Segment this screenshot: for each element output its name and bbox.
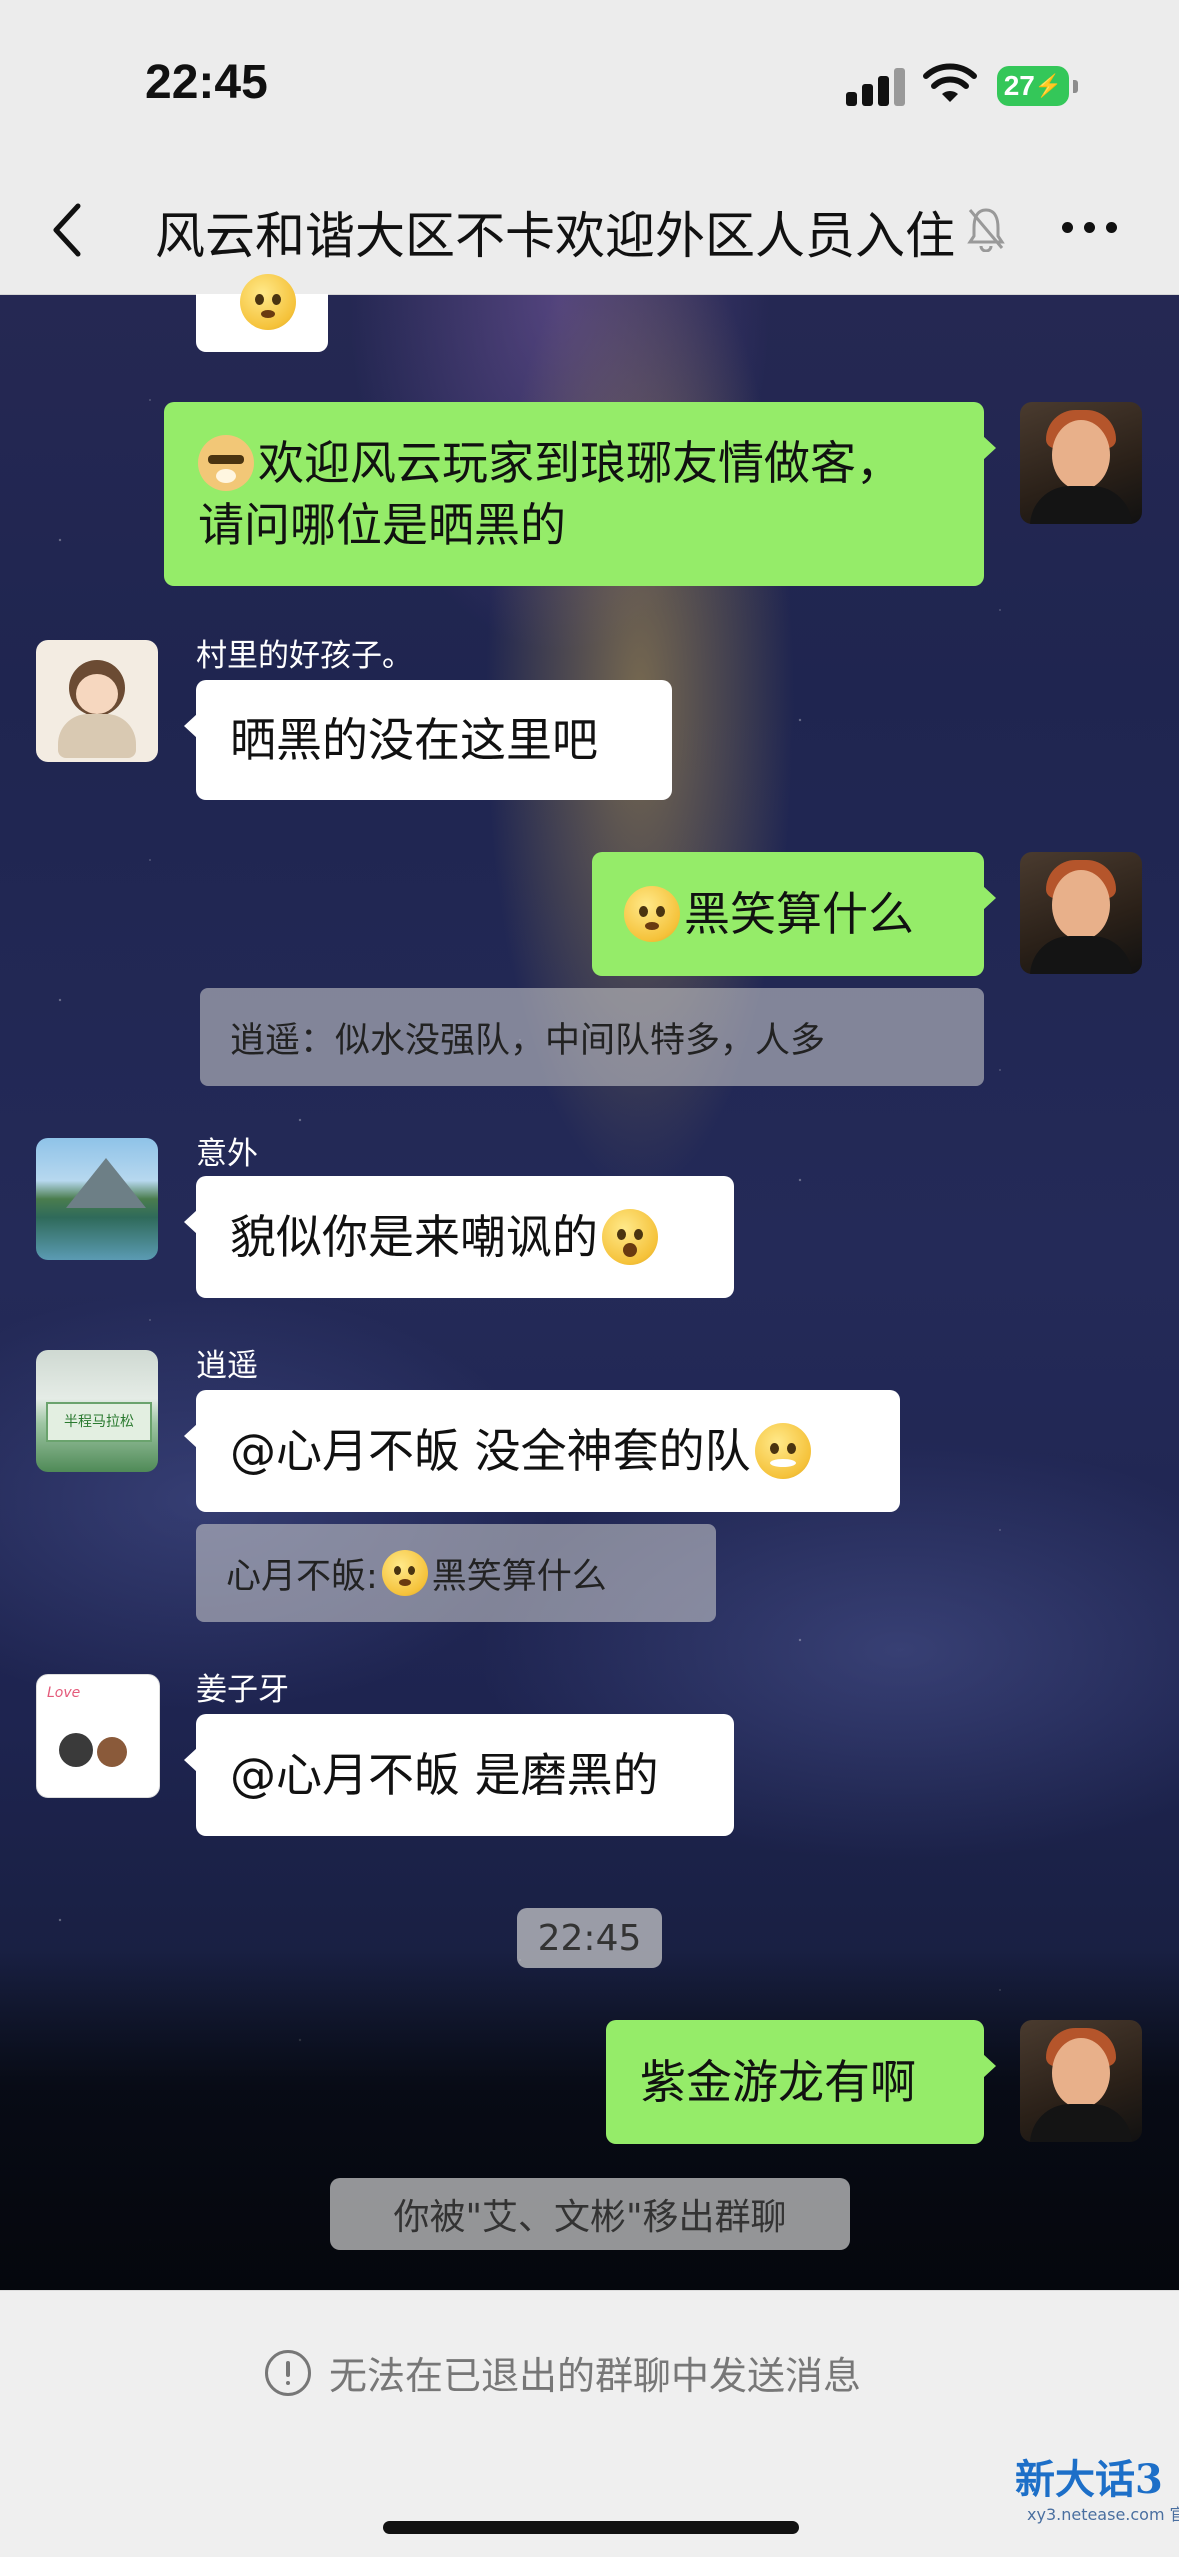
message-text: 黑笑算什么 — [684, 887, 914, 941]
battery-icon: 27 ⚡ — [997, 66, 1069, 106]
message-text: 紫金游龙有啊 — [640, 2055, 916, 2109]
message-text: 欢迎风云玩家到琅琊友情做客， — [258, 436, 902, 490]
sender-name: 村里的好孩子。 — [196, 638, 413, 674]
watermark-subtitle: xy3.netease.com 官方论坛 — [1027, 2505, 1179, 2524]
message-text: @心月不皈 没全神套的队 — [230, 1424, 751, 1478]
wifi-icon — [923, 63, 977, 102]
quoted-reply[interactable]: 逍遥：似水没强队，中间队特多，人多 — [200, 988, 984, 1086]
sender-name: 意外 — [196, 1136, 258, 1172]
system-message: 你被"艾、文彬"移出群聊 — [330, 2178, 850, 2250]
self-avatar[interactable] — [1020, 852, 1142, 974]
self-avatar[interactable] — [1020, 2020, 1142, 2142]
exclamation-circle-icon — [265, 2349, 311, 2396]
message-bubble[interactable]: @心月不皈 是磨黑的 — [184, 1714, 734, 1836]
watermark-title: 新大话3 — [1015, 2456, 1163, 2503]
chat-title: 风云和谐大区不卡欢迎外区人员入住 — [155, 207, 955, 265]
sender-name: 逍遥 — [196, 1348, 258, 1384]
sender-name: 姜子牙 — [196, 1672, 289, 1708]
sender-avatar-xiaoyao[interactable]: 半程马拉松 — [36, 1350, 158, 1472]
worried-emoji-icon — [381, 1550, 428, 1596]
message-text: 貌似你是来嘲讽的 — [230, 1210, 598, 1264]
message-bubble[interactable]: @心月不皈 没全神套的队 — [184, 1390, 900, 1512]
system-message-text: 你被"艾、文彬"移出群聊 — [393, 2197, 787, 2238]
more-options-icon[interactable] — [1062, 218, 1122, 238]
status-bar: 22:45 27 ⚡ — [0, 0, 1179, 180]
notice-text: 无法在已退出的群聊中发送消息 — [329, 2354, 862, 2398]
quote-prefix: 心月不皈: — [226, 1556, 378, 1597]
home-indicator[interactable] — [383, 2521, 799, 2534]
zipped-mouth-emoji-icon — [754, 1423, 811, 1479]
message-bubble[interactable]: 貌似你是来嘲讽的 — [184, 1176, 734, 1298]
shocked-emoji-icon — [602, 1209, 658, 1265]
worried-emoji-icon — [624, 886, 680, 942]
time-divider: 22:45 — [517, 1908, 662, 1968]
status-time: 22:45 — [145, 56, 268, 109]
quote-text: 黑笑算什么 — [431, 1556, 607, 1597]
battery-tip — [1073, 80, 1078, 93]
avatar-banner-text: 半程马拉松 — [46, 1402, 152, 1442]
message-bubble-self[interactable]: 欢迎风云玩家到琅琊友情做客， 请问哪位是晒黑的 — [164, 402, 996, 586]
partial-message-bubble — [196, 274, 328, 352]
back-arrow-icon[interactable] — [48, 200, 88, 260]
message-text: @心月不皈 是磨黑的 — [230, 1748, 659, 1802]
message-bubble-self[interactable]: 紫金游龙有啊 — [606, 2020, 996, 2144]
battery-level: 27 — [1003, 70, 1035, 101]
watermark-logo: 新大话3 xy3.netease.com 官方论坛 — [1005, 2445, 1179, 2545]
message-text: 晒黑的没在这里吧 — [230, 713, 598, 767]
quoted-reply[interactable]: 心月不皈: 黑笑算什么 — [196, 1524, 716, 1622]
cellular-signal-icon — [846, 66, 906, 106]
avatar-love-text: Love — [47, 1685, 81, 1701]
sender-avatar-jiangziya[interactable]: Love — [36, 1674, 160, 1798]
quote-text: 逍遥：似水没强队，中间队特多，人多 — [230, 1020, 826, 1061]
smile-emoji-icon — [240, 274, 296, 330]
sender-avatar-yiwai[interactable] — [36, 1138, 158, 1260]
self-avatar[interactable] — [1020, 402, 1142, 524]
input-area: 无法在已退出的群聊中发送消息 — [0, 2290, 1179, 2557]
mute-bell-icon — [967, 208, 1005, 252]
chat-header: 风云和谐大区不卡欢迎外区人员入住 — [0, 180, 1179, 295]
message-text-line2: 请问哪位是晒黑的 — [198, 498, 566, 552]
doge-emoji-icon — [198, 435, 254, 491]
message-bubble[interactable]: 晒黑的没在这里吧 — [184, 680, 672, 800]
exited-group-notice: 无法在已退出的群聊中发送消息 — [265, 2345, 861, 2400]
time-divider-text: 22:45 — [537, 1917, 642, 1959]
message-bubble-self[interactable]: 黑笑算什么 — [592, 852, 996, 976]
sender-avatar-cunli[interactable] — [36, 640, 158, 762]
